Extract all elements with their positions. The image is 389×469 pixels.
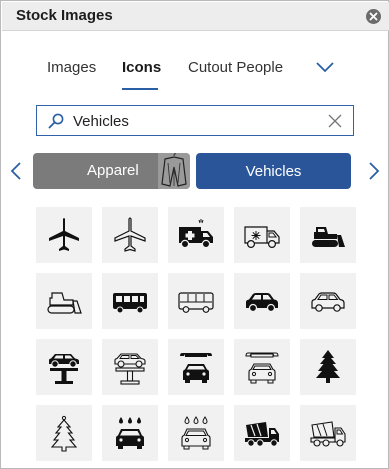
scroll-categories-right-button[interactable] [368, 161, 380, 181]
clear-search-icon[interactable] [328, 114, 342, 128]
bulldozer-outline-icon [47, 292, 82, 314]
bulldozer-filled-icon [312, 227, 345, 247]
search-box [36, 105, 354, 136]
dialog-title: Stock Images [16, 7, 113, 24]
title-bar: Stock Images [2, 2, 389, 31]
category-vehicles-label: Vehicles [245, 162, 302, 180]
icon-tile[interactable] [234, 273, 290, 329]
icon-tile[interactable] [168, 339, 224, 395]
icon-tile[interactable] [234, 339, 290, 395]
car-filled-icon [246, 293, 278, 313]
car-wash-outline-icon [181, 416, 211, 450]
icon-tile[interactable] [168, 207, 224, 263]
airplane-filled-icon [49, 218, 79, 251]
cement-truck-outline-icon [310, 421, 346, 447]
icon-tile[interactable] [102, 207, 158, 263]
tab-bar: Images Icons Cutout People [1, 53, 388, 93]
icon-tile[interactable] [300, 273, 356, 329]
icon-tile[interactable] [36, 207, 92, 263]
search-input[interactable] [73, 110, 323, 132]
chevron-right-icon [369, 162, 380, 180]
car-wash-filled-icon [116, 417, 144, 449]
chevron-down-icon [316, 62, 334, 73]
icon-tile[interactable] [102, 273, 158, 329]
bus-filled-icon [113, 293, 147, 314]
car-repair-filled-icon [180, 353, 212, 383]
air-freshener-outline-icon [50, 415, 78, 452]
active-tab-indicator [122, 88, 158, 90]
icon-tile[interactable] [300, 207, 356, 263]
scroll-categories-left-button[interactable] [10, 161, 22, 181]
icon-tile[interactable] [36, 273, 92, 329]
more-tabs-button[interactable] [315, 59, 335, 75]
car-lift-filled-icon [49, 354, 79, 384]
search-icon [48, 113, 64, 129]
air-freshener-filled-icon [316, 350, 340, 383]
icon-tile[interactable] [168, 273, 224, 329]
chevron-left-icon [10, 162, 21, 180]
ambulance-outline-icon [244, 226, 280, 249]
category-apparel-label: Apparel [87, 162, 139, 179]
tab-icons[interactable]: Icons [122, 59, 161, 89]
icon-tile[interactable] [36, 405, 92, 461]
icon-tile[interactable] [102, 339, 158, 395]
icon-tile[interactable] [102, 405, 158, 461]
icon-tile[interactable] [300, 339, 356, 395]
car-lift-outline-icon [114, 353, 146, 385]
bus-outline-icon [178, 292, 214, 313]
icon-tile[interactable] [36, 339, 92, 395]
close-icon [369, 12, 378, 21]
jacket-icon [158, 153, 190, 189]
ambulance-filled-icon [179, 219, 213, 249]
car-outline-icon [311, 292, 345, 312]
category-apparel[interactable]: Apparel [33, 153, 190, 189]
cement-truck-filled-icon [245, 422, 279, 447]
car-repair-outline-icon [245, 352, 279, 384]
tab-cutout-people[interactable]: Cutout People [188, 59, 283, 89]
stock-images-dialog: Stock Images Images Icons Cutout People [0, 0, 389, 469]
icon-tile[interactable] [234, 405, 290, 461]
icon-tile[interactable] [168, 405, 224, 461]
tab-images[interactable]: Images [47, 59, 96, 89]
airplane-outline-icon [114, 217, 146, 252]
icon-tile[interactable] [300, 405, 356, 461]
category-vehicles[interactable]: Vehicles [196, 153, 351, 189]
close-button[interactable] [366, 9, 381, 24]
icon-tile[interactable] [234, 207, 290, 263]
